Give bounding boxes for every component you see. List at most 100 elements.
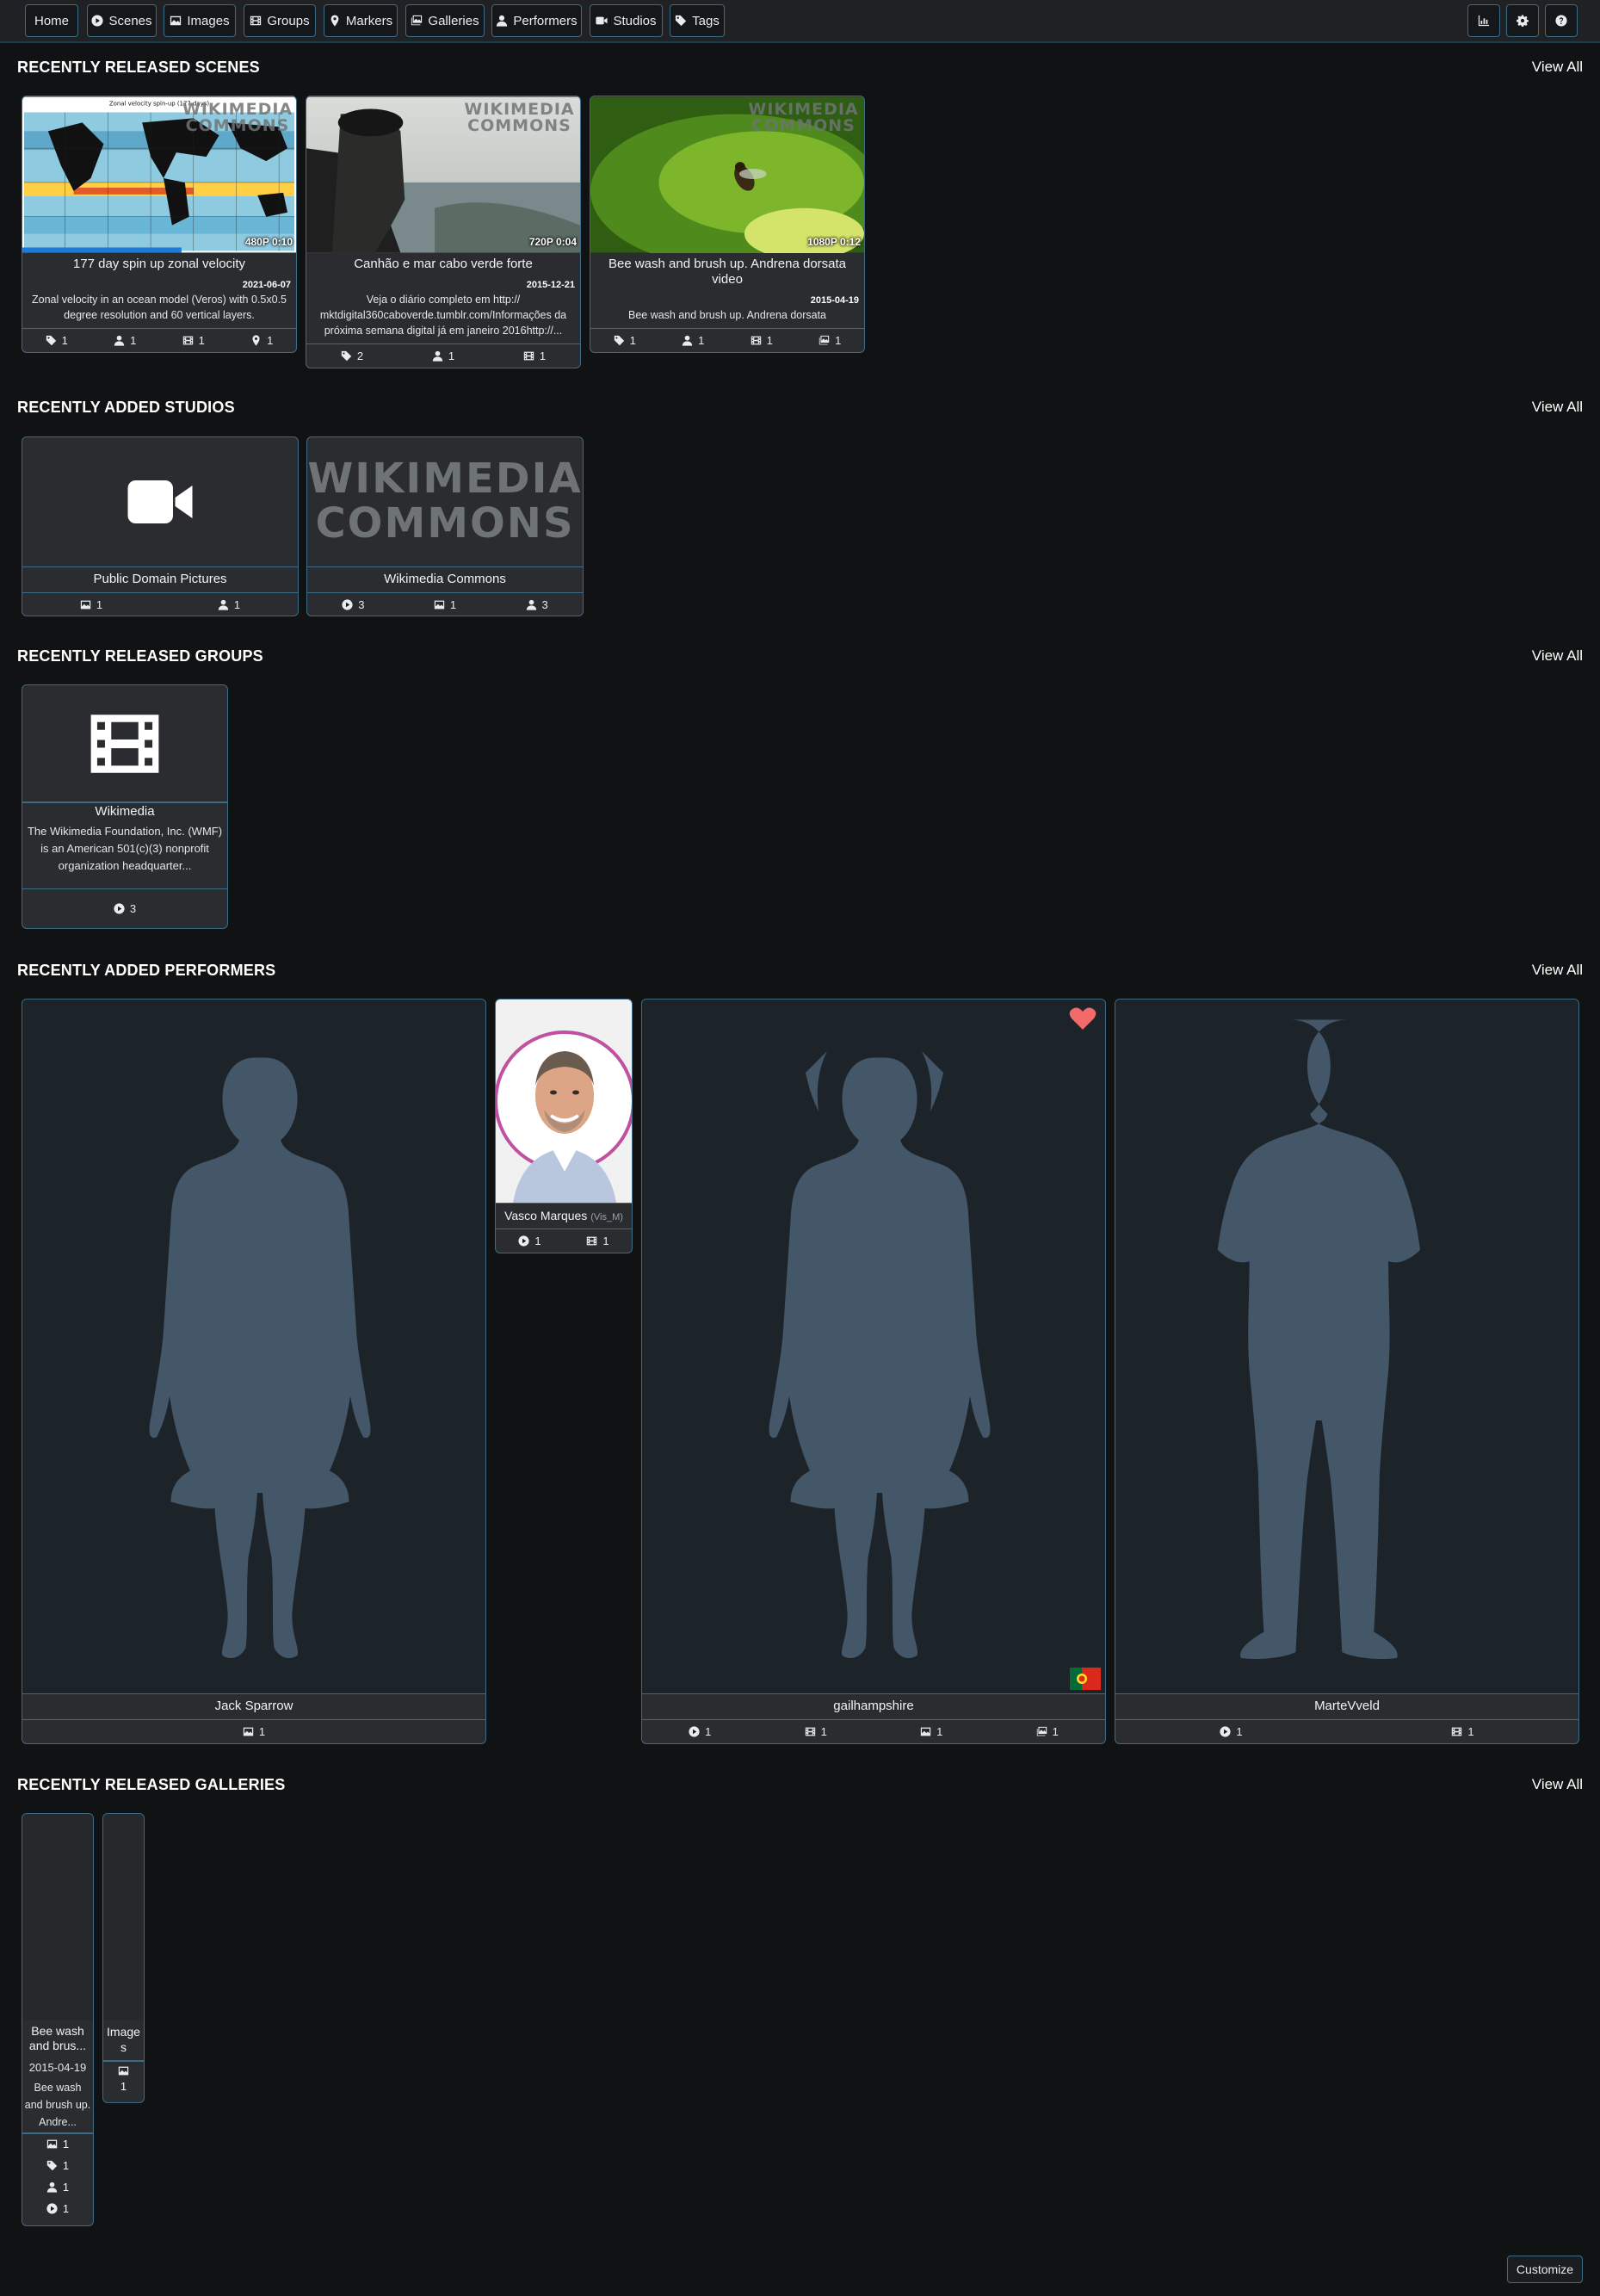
studio-logo[interactable]: WIKIMEDIA COMMONS <box>307 437 583 566</box>
gallery-cover[interactable] <box>22 1814 93 2021</box>
gallery-card[interactable]: Bee wash and brus... 2015-04-19 Bee wash… <box>22 1813 94 2226</box>
nav-images[interactable]: Images <box>164 4 236 37</box>
map-marker-icon <box>250 335 262 346</box>
performer-name[interactable]: Vasco Marques (Vis_M) <box>496 1203 632 1228</box>
performer-card[interactable]: MarteVveld 1 1 <box>1115 999 1579 1744</box>
image-count[interactable]: 1 <box>120 2080 127 2093</box>
galleries-view-all-link[interactable]: View All <box>1532 1776 1583 1793</box>
nav-markers[interactable]: Markers <box>324 4 398 37</box>
performer-count[interactable]: 1 <box>432 350 454 362</box>
film-icon <box>751 335 762 346</box>
film-icon <box>182 335 194 346</box>
performer-stats: 1 1 1 1 <box>642 1719 1105 1743</box>
performer-count[interactable]: 3 <box>526 598 548 611</box>
tag-count[interactable]: 2 <box>341 350 363 362</box>
scene-count[interactable]: 1 <box>518 1235 541 1247</box>
gallery-count[interactable]: 1 <box>1036 1725 1059 1738</box>
performer-card[interactable]: Vasco Marques (Vis_M) 1 1 <box>495 999 633 1253</box>
studio-card[interactable]: WIKIMEDIA COMMONS Wikimedia Commons 3 1 … <box>306 436 584 616</box>
performer-card[interactable]: gailhampshire 1 1 1 1 <box>641 999 1106 1744</box>
image-count[interactable]: 1 <box>46 2138 69 2151</box>
image-count[interactable]: 1 <box>434 598 456 611</box>
scene-count[interactable]: 1 <box>1220 1725 1243 1738</box>
group-count[interactable]: 1 <box>523 350 546 362</box>
studio-name[interactable]: Public Domain Pictures <box>22 566 298 592</box>
marker-count[interactable]: 1 <box>250 334 273 347</box>
performer-count[interactable]: 1 <box>682 334 704 347</box>
performer-card[interactable]: Jack Sparrow 1 <box>22 999 486 1744</box>
image-count[interactable]: 1 <box>920 1725 942 1738</box>
performer-name[interactable]: Jack Sparrow <box>22 1693 485 1719</box>
image-count[interactable]: 1 <box>243 1725 265 1738</box>
group-cover[interactable] <box>22 685 227 801</box>
performer-count[interactable]: 1 <box>114 334 136 347</box>
performer-name[interactable]: gailhampshire <box>642 1693 1105 1719</box>
group-name[interactable]: Wikimedia <box>26 804 224 820</box>
gallery-title[interactable]: Images <box>105 2024 142 2055</box>
gallery-cover[interactable] <box>103 1814 144 2021</box>
performers-view-all-link[interactable]: View All <box>1532 962 1583 979</box>
performer-photo[interactable] <box>496 999 633 1203</box>
tag-count[interactable]: 1 <box>46 2159 69 2172</box>
group-count[interactable]: 1 <box>586 1235 609 1247</box>
film-icon <box>83 705 166 783</box>
customize-button[interactable]: Customize <box>1507 2256 1583 2283</box>
performer-count[interactable]: 1 <box>46 2181 69 2194</box>
group-card[interactable]: Wikimedia The Wikimedia Foundation, Inc.… <box>22 684 228 929</box>
nav-studios[interactable]: Studios <box>590 4 663 37</box>
gallery-card[interactable]: Images 1 <box>102 1813 145 2103</box>
video-camera-icon <box>108 467 212 536</box>
scene-count[interactable]: 3 <box>114 902 136 915</box>
nav-groups[interactable]: Groups <box>244 4 316 37</box>
studio-name[interactable]: Wikimedia Commons <box>307 566 583 592</box>
scenes-view-all-link[interactable]: View All <box>1532 59 1583 76</box>
scene-card[interactable]: WIKIMEDIA COMMONS 720P 0:04 Canhão e mar… <box>306 96 581 368</box>
performer-count[interactable]: 1 <box>218 598 240 611</box>
help-button[interactable] <box>1545 4 1578 37</box>
scene-card[interactable]: WIKIMEDIA COMMONS 1080P 0:12 Bee wash an… <box>590 96 865 353</box>
scene-card[interactable]: Zonal velocity spin-up (177 days) WIKIME… <box>22 96 297 353</box>
studios-view-all-link[interactable]: View All <box>1532 399 1583 416</box>
tag-icon <box>46 335 57 346</box>
performer-silhouette-icon <box>769 1051 991 1658</box>
scene-count[interactable]: 1 <box>689 1725 711 1738</box>
tag-count[interactable]: 1 <box>46 334 68 347</box>
scene-title[interactable]: Bee wash and brush up. Andrena dorsata v… <box>594 257 861 288</box>
performer-image[interactable] <box>642 999 1105 1693</box>
group-count[interactable]: 1 <box>805 1725 827 1738</box>
scene-count[interactable]: 1 <box>46 2202 69 2215</box>
performer-name[interactable]: MarteVveld <box>1115 1693 1578 1719</box>
nav-performers[interactable]: Performers <box>491 4 582 37</box>
scene-progress-bar <box>22 247 182 253</box>
group-count[interactable]: 1 <box>1451 1725 1474 1738</box>
scene-title[interactable]: 177 day spin up zonal velocity <box>26 257 293 272</box>
performer-image[interactable] <box>22 999 485 1693</box>
group-count[interactable]: 1 <box>751 334 773 347</box>
performer-image[interactable] <box>1115 999 1578 1693</box>
image-count[interactable]: 1 <box>80 598 102 611</box>
user-icon <box>46 2182 58 2193</box>
scene-title[interactable]: Canhão e mar cabo verde forte <box>310 257 577 272</box>
tag-count[interactable]: 1 <box>614 334 636 347</box>
nav-tags[interactable]: Tags <box>670 4 725 37</box>
nav-home[interactable]: Home <box>25 4 78 37</box>
stats-button[interactable] <box>1467 4 1500 37</box>
studio-card[interactable]: Public Domain Pictures 1 1 <box>22 436 299 616</box>
favorite-heart-icon[interactable] <box>1069 1006 1097 1030</box>
stats-chart-icon <box>1478 15 1490 27</box>
user-icon <box>432 350 443 362</box>
gallery-title[interactable]: Bee wash and brus... <box>24 2024 91 2053</box>
video-camera-icon <box>596 15 608 27</box>
studios-section-title: RECENTLY ADDED STUDIOS <box>17 399 235 416</box>
gallery-count[interactable]: 1 <box>819 334 841 347</box>
nav-galleries[interactable]: Galleries <box>405 4 485 37</box>
tag-icon <box>46 2160 58 2171</box>
groups-view-all-link[interactable]: View All <box>1532 647 1583 665</box>
scene-count[interactable]: 3 <box>342 598 364 611</box>
studio-logo[interactable] <box>22 437 298 566</box>
settings-button[interactable] <box>1506 4 1539 37</box>
nav-scenes[interactable]: Scenes <box>87 4 157 37</box>
group-count[interactable]: 1 <box>182 334 205 347</box>
user-icon <box>682 335 693 346</box>
flag-portugal-icon <box>1070 1668 1101 1690</box>
